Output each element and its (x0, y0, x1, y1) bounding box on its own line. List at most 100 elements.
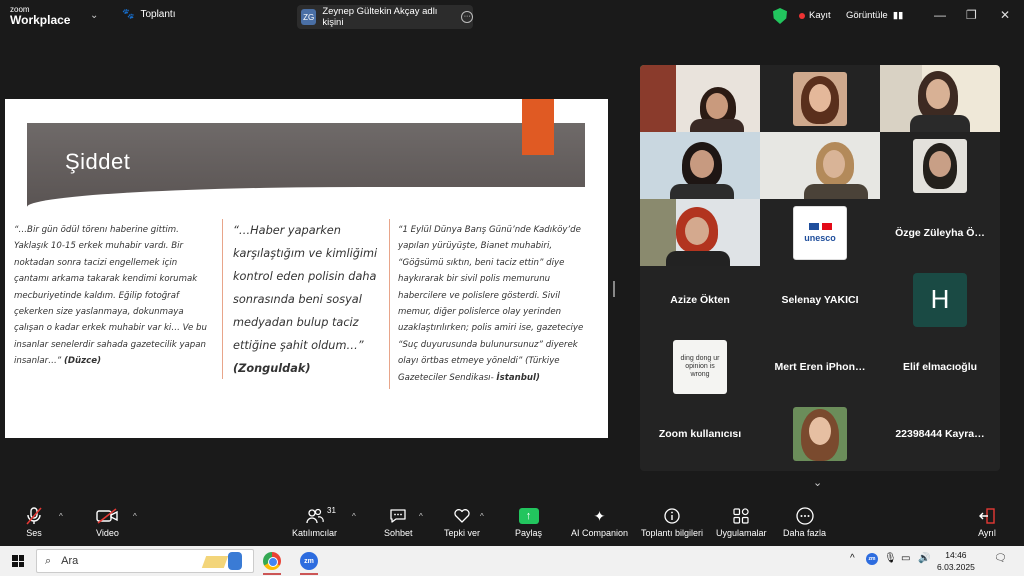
avatar: H (913, 272, 967, 327)
mic-tray-icon[interactable]: 🎙 (884, 553, 897, 564)
face (706, 93, 728, 119)
meeting-tab[interactable]: 🐾 Toplantı (122, 9, 175, 20)
divider (389, 219, 390, 389)
video-tile[interactable] (640, 199, 760, 266)
heart-icon (453, 506, 471, 526)
shared-slide: Şiddet “…Bir gün ödül törenı haberine gi… (5, 99, 608, 438)
shield-check-icon[interactable] (773, 8, 787, 24)
restore-icon[interactable]: ❐ (966, 8, 977, 22)
more-label: Daha fazla (783, 528, 827, 538)
active-speaker-pill[interactable]: ZG Zeynep Gültekin Akçay adlı kişini ··· (297, 5, 473, 29)
meeting-info-button[interactable]: Toplantı bilgileri (641, 506, 703, 538)
participants-label: Katılımcılar (292, 528, 338, 538)
mute-button[interactable]: Ses (26, 506, 42, 538)
info-label: Toplantı bilgileri (641, 528, 704, 538)
zoom-taskbar-icon[interactable]: zm (297, 550, 321, 572)
react-button[interactable]: Tepki ver (444, 506, 480, 538)
video-tile[interactable] (640, 65, 760, 132)
record-indicator[interactable]: Kayıt (799, 10, 831, 21)
avatar-tile[interactable]: H (880, 266, 1000, 333)
meeting-tab-label: Toplantı (140, 9, 176, 20)
zoom-tray-icon[interactable]: zm (866, 553, 878, 565)
leave-button[interactable]: Ayrıl (978, 506, 996, 538)
face (809, 416, 831, 445)
record-dot-icon (799, 12, 805, 19)
react-caret[interactable]: ^ (480, 512, 484, 521)
quote-2: “…Haber yaparken karşılaştığım ve kimliğ… (233, 219, 383, 380)
apps-icon (733, 506, 749, 526)
network-icon[interactable]: ▭ (901, 553, 910, 564)
more-button[interactable]: Daha fazla (783, 506, 826, 538)
splitter-handle[interactable] (613, 281, 615, 297)
close-icon[interactable]: ✕ (1000, 8, 1010, 22)
quote-2-source: (Zonguldak) (233, 362, 311, 375)
ai-companion-button[interactable]: ✦ AI Companion (571, 506, 629, 539)
apps-label: Uygulamalar (716, 528, 767, 538)
video-tile[interactable]: ding dong ur opinion is wrong (640, 333, 760, 400)
more-options-icon[interactable]: ··· (461, 11, 473, 23)
name-tile[interactable]: Azize Ökten (640, 266, 760, 333)
participant-name: Zoom kullanıcısı (658, 427, 742, 440)
apps-button[interactable]: Uygulamalar (716, 506, 767, 538)
leave-icon (978, 506, 996, 526)
participants-caret[interactable]: ^ (352, 512, 356, 521)
quote-3: “1 Eylül Dünya Barış Günü’nde Kadıköy’de… (398, 222, 588, 386)
chat-caret[interactable]: ^ (419, 512, 423, 521)
quote-3-source: İstanbul) (496, 372, 540, 383)
video-tile[interactable] (880, 65, 1000, 132)
clock-date: 6.03.2025 (937, 562, 975, 572)
share-icon-wrap: ↑ (518, 506, 539, 526)
participant-photo (913, 138, 967, 193)
react-label: Tepki ver (444, 528, 481, 538)
speaker-avatar: ZG (301, 9, 317, 25)
notification-icon[interactable]: 🗨 (994, 553, 1007, 564)
people-icon (305, 506, 324, 526)
meeting-toolbar: Ses ^ Video ^ Katılımcılar 31 ^ Sohbet ^… (0, 500, 1024, 546)
name-tile[interactable]: Zoom kullanıcısı (640, 400, 760, 467)
record-label: Kayıt (809, 10, 831, 21)
video-tile[interactable] (760, 65, 880, 132)
tray-chevron-icon[interactable]: ^ (850, 553, 855, 564)
clock-time: 14:46 (945, 550, 967, 560)
video-options-caret[interactable]: ^ (133, 512, 137, 521)
minimize-icon[interactable]: — (934, 8, 946, 22)
volume-icon[interactable]: 🔊 (918, 553, 930, 564)
name-tile[interactable]: Selenay YAKICI (760, 266, 880, 333)
name-tile[interactable]: Özge Züleyha Ö… (880, 199, 1000, 266)
chevron-down-icon[interactable]: ⌄ (90, 10, 98, 21)
ai-label: AI Companion (571, 528, 629, 538)
name-tile[interactable]: Mert Eren iPhon… (760, 333, 880, 400)
share-button[interactable]: ↑ Paylaş (515, 506, 542, 538)
audio-options-caret[interactable]: ^ (59, 512, 63, 521)
system-clock[interactable]: 14:46 6.03.2025 (937, 549, 975, 573)
active-indicator (300, 573, 318, 575)
video-tile[interactable] (640, 132, 760, 199)
video-tile[interactable] (760, 400, 880, 467)
name-tile[interactable]: Elif elmacıoğlu (880, 333, 1000, 400)
windows-taskbar: ⌕ Ara zm ^ zm 🎙 ▭ 🔊 14:46 6.03.2025 🗨 (0, 546, 1024, 576)
unesco-logo: unesco (793, 205, 847, 260)
face (823, 150, 845, 178)
video-button[interactable]: Video (96, 506, 119, 538)
chat-button[interactable]: Sohbet (384, 506, 413, 538)
video-tile[interactable] (760, 132, 880, 199)
search-placeholder: Ara (61, 555, 79, 567)
video-feed (760, 132, 880, 199)
quote-1-source: (Düzce) (64, 356, 102, 367)
share-screen-icon: ↑ (518, 508, 539, 524)
chat-icon (389, 506, 407, 526)
quote-1-text: “…Bir gün ödül törenı haberine gittim. Y… (14, 225, 207, 367)
participant-photo: ding dong ur opinion is wrong (673, 339, 727, 394)
chrome-icon (263, 552, 281, 570)
video-feed (640, 199, 760, 266)
windows-start-icon[interactable] (12, 555, 24, 567)
chrome-taskbar-icon[interactable] (260, 550, 284, 572)
chevron-down-icon[interactable]: ⌄ (813, 476, 822, 489)
participant-name: Elif elmacıoğlu (902, 360, 978, 373)
view-label: Görüntüle (846, 10, 888, 21)
name-tile[interactable]: 22398444 Kayra… (880, 400, 1000, 467)
video-tile[interactable] (880, 132, 1000, 199)
quote-2-text: “…Haber yaparken karşılaştığım ve kimliğ… (233, 224, 378, 352)
video-tile[interactable]: unesco (760, 199, 880, 266)
view-button[interactable]: Görüntüle ▮▮ (846, 10, 903, 21)
